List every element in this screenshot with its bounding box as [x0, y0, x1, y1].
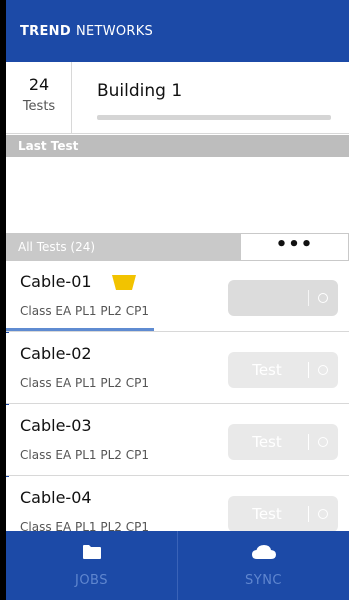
nav-sync-label: SYNC — [245, 573, 282, 588]
status-circle-icon — [318, 293, 328, 303]
test-button-label: Test — [252, 361, 282, 379]
status-circle-icon — [318, 437, 328, 447]
brand-name-rest: NETWORKS — [75, 23, 154, 39]
job-name: Building 1 — [97, 81, 183, 101]
test-name: Cable-02 — [20, 344, 92, 363]
list-item[interactable]: Cable-02 Class EA PL1 PL2 CP1 Test — [6, 333, 349, 404]
list-item[interactable]: Cable-03 Class EA PL1 PL2 CP1 Test — [6, 405, 349, 476]
test-name: Cable-04 — [20, 488, 92, 507]
test-button[interactable]: Test — [228, 496, 338, 531]
folder-icon — [82, 545, 101, 559]
test-spec: Class EA PL1 PL2 CP1 — [20, 520, 149, 531]
nav-jobs[interactable]: JOBS — [6, 531, 178, 600]
job-progress-bar — [97, 115, 331, 120]
test-button-divider — [308, 290, 309, 306]
test-progress-bar — [6, 328, 154, 331]
last-test-heading: Last Test — [6, 135, 349, 157]
nav-jobs-label: JOBS — [74, 573, 108, 588]
test-button-divider — [308, 434, 309, 450]
status-circle-icon — [318, 509, 328, 519]
list-item[interactable]: Cable-01 Class EA PL1 PL2 CP1 — [6, 261, 349, 332]
test-button[interactable] — [228, 280, 338, 316]
test-count: 24 — [28, 75, 50, 94]
test-spec: Class EA PL1 PL2 CP1 — [20, 376, 149, 390]
test-list[interactable]: Cable-01 Class EA PL1 PL2 CP1 Cable-02 C… — [6, 261, 349, 531]
test-button[interactable]: Test — [228, 424, 338, 460]
test-button-label: Test — [252, 505, 282, 523]
cloud-icon — [251, 545, 276, 559]
status-circle-icon — [318, 365, 328, 375]
test-button-divider — [308, 362, 309, 378]
test-count-label: Tests — [22, 99, 56, 114]
more-options-button[interactable]: ••• — [240, 233, 349, 261]
nav-sync[interactable]: SYNC — [178, 531, 349, 600]
brand-name-bold: TREND — [20, 23, 71, 39]
test-count-box: 24 Tests — [6, 62, 72, 134]
top-bar: TREND NETWORKS — [6, 0, 349, 62]
test-name: Cable-01 — [20, 272, 92, 291]
job-summary[interactable]: 24 Tests Building 1 — [6, 62, 349, 134]
app-screen: TREND NETWORKS 24 Tests Building 1 Last … — [6, 0, 349, 600]
all-tests-heading: All Tests (24) — [6, 233, 240, 261]
test-spec: Class EA PL1 PL2 CP1 — [20, 448, 149, 462]
test-button-label — [228, 280, 306, 316]
last-test-panel — [6, 157, 349, 232]
test-button-label: Test — [252, 433, 282, 451]
test-spec: Class EA PL1 PL2 CP1 — [20, 304, 149, 318]
test-button-divider — [308, 506, 309, 522]
test-name: Cable-03 — [20, 416, 92, 435]
test-button[interactable]: Test — [228, 352, 338, 388]
list-item[interactable]: Cable-04 Class EA PL1 PL2 CP1 Test — [6, 477, 349, 531]
all-tests-header: All Tests (24) ••• — [6, 233, 349, 261]
flag-icon — [112, 275, 136, 290]
bottom-nav: JOBS SYNC — [6, 531, 349, 600]
